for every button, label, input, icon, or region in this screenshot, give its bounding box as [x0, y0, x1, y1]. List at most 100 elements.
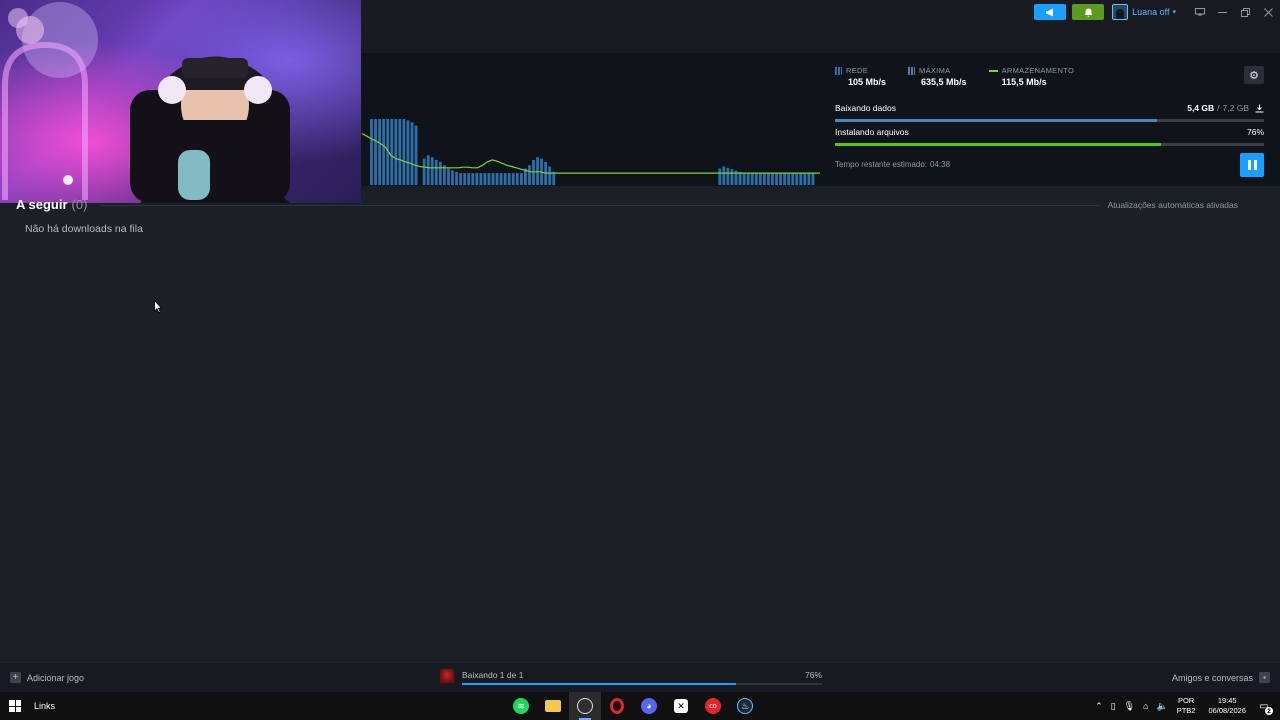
network-bar [495, 173, 499, 185]
clock[interactable]: 19:45 06/08/2026 [1208, 696, 1246, 716]
language-indicator[interactable]: POR PTB2 [1177, 696, 1196, 716]
network-bar [528, 165, 531, 185]
minimize-button[interactable] [1211, 0, 1234, 24]
footer-status-percent: 76% [804, 670, 822, 680]
user-menu[interactable]: Luana off ▾ [1110, 3, 1182, 21]
network-bar [475, 173, 479, 185]
network-bar [463, 173, 467, 185]
lang-line2: PTB2 [1176, 706, 1196, 715]
webcam-overlay [0, 0, 361, 203]
taskbar-capcut[interactable]: ✕ [665, 692, 697, 720]
network-bar [394, 119, 398, 185]
download-settings-button[interactable]: ⚙ [1244, 66, 1264, 84]
network-bar [803, 173, 807, 185]
megaphone-icon [1046, 8, 1054, 16]
minimize-icon [1218, 11, 1227, 13]
install-progress-fill [835, 143, 1162, 146]
storage-value: 115,5 Mb/s [1001, 77, 1047, 87]
restore-icon [1241, 7, 1250, 17]
queue-title: A seguir (0) [16, 197, 87, 212]
start-button[interactable] [9, 700, 21, 712]
network-bar [430, 157, 434, 185]
clock-time: 19:45 [1217, 696, 1237, 705]
network-bar [726, 167, 730, 185]
notifications-button[interactable] [1072, 4, 1105, 20]
windows-logo-icon [9, 700, 15, 706]
footer-progress-fill [462, 683, 736, 685]
add-game-label: Adicionar jogo [27, 672, 85, 683]
taskbar-apps: ≋ ◕ ✕ co ♨ [505, 692, 761, 720]
network-bar [730, 169, 734, 185]
top-actions: Luana off ▾ [1034, 0, 1280, 24]
notifications-center-button[interactable]: ▭ 2 [1254, 696, 1274, 716]
pause-button[interactable] [1240, 153, 1264, 177]
network-bar [532, 159, 535, 185]
auto-updates-status[interactable]: Atualizações automáticas ativadas [1108, 200, 1238, 210]
mouse-cursor-icon [154, 300, 162, 313]
network-bar [718, 168, 722, 185]
network-bar [767, 173, 770, 185]
friends-chat-button[interactable]: Amigos e conversas ▪ [1172, 672, 1270, 683]
taskbar-cocos[interactable]: co [697, 692, 729, 720]
steam-icon: ♨ [737, 698, 753, 714]
network-bar [374, 119, 377, 185]
empty-queue-message: Não há downloads na fila [25, 223, 143, 235]
links-toolbar[interactable]: Links [34, 701, 55, 711]
lang-line1: POR [1177, 696, 1195, 705]
taskbar-steam[interactable]: ♨ [729, 692, 761, 720]
network-bar [406, 120, 410, 185]
add-game-button[interactable]: + Adicionar jogo [10, 672, 84, 683]
close-icon [1264, 7, 1273, 17]
network-bar [738, 171, 742, 185]
network-bar [455, 171, 458, 185]
windows-taskbar: Links ≋ ◕ ✕ co ♨ ⌃ ▯ 🎙 ⌂ 🔈 POR PTB2 19:4… [0, 692, 1280, 720]
network-bar [795, 173, 799, 185]
storage-stat: ARMAZENAMENTO 115,5 Mb/s [988, 66, 1075, 87]
network-bar [487, 173, 491, 185]
size-separator: / [1217, 103, 1220, 113]
spotify-icon: ≋ [513, 698, 529, 714]
download-progress-fill [835, 119, 1157, 122]
network-bar [507, 173, 511, 185]
network-bar [811, 173, 815, 185]
network-bar [799, 173, 803, 185]
big-picture-button[interactable] [1188, 0, 1211, 24]
close-button[interactable] [1257, 0, 1280, 24]
network-bar [390, 119, 394, 185]
network-bar [410, 122, 414, 185]
footer-download-status[interactable]: Baixando 1 de 1 76% [440, 669, 825, 689]
downloading-label: Baixando dados [835, 103, 896, 113]
network-bar [451, 170, 454, 185]
volume-icon[interactable]: 🔈 [1156, 701, 1167, 712]
taskbar-file-explorer[interactable] [537, 692, 569, 720]
taskbar-discord[interactable]: ◕ [633, 692, 665, 720]
chevron-up-icon[interactable]: ⌃ [1095, 701, 1103, 712]
eta-value: 04:38 [930, 160, 951, 169]
taskbar-obs[interactable] [569, 692, 601, 720]
network-bars-icon [835, 66, 842, 75]
taskbar-spotify[interactable]: ≋ [505, 692, 537, 720]
network-bar [499, 173, 503, 185]
gear-icon: ⚙ [1249, 69, 1259, 82]
download-progress-bar [835, 119, 1264, 122]
network-bar [758, 173, 762, 185]
announcements-button[interactable] [1034, 4, 1067, 20]
restore-button[interactable] [1234, 0, 1257, 24]
network-icon[interactable]: ⌂ [1143, 701, 1148, 711]
network-bar [742, 173, 746, 185]
network-bar [548, 166, 552, 185]
battery-icon[interactable]: ▯ [1111, 701, 1116, 712]
clock-date: 06/08/2026 [1208, 706, 1246, 715]
network-bar [775, 173, 778, 185]
install-percent: 76% [1246, 127, 1264, 137]
network-bar [787, 173, 791, 185]
network-bar [447, 168, 450, 185]
network-bar [467, 173, 471, 185]
taskbar-opera-gx[interactable] [601, 692, 633, 720]
file-explorer-icon [545, 700, 561, 712]
microphone-icon[interactable]: 🎙 [1124, 701, 1135, 712]
network-bar [483, 173, 487, 185]
network-bar [754, 173, 758, 185]
streamer-camera-image [0, 0, 361, 203]
storage-line [362, 132, 820, 174]
